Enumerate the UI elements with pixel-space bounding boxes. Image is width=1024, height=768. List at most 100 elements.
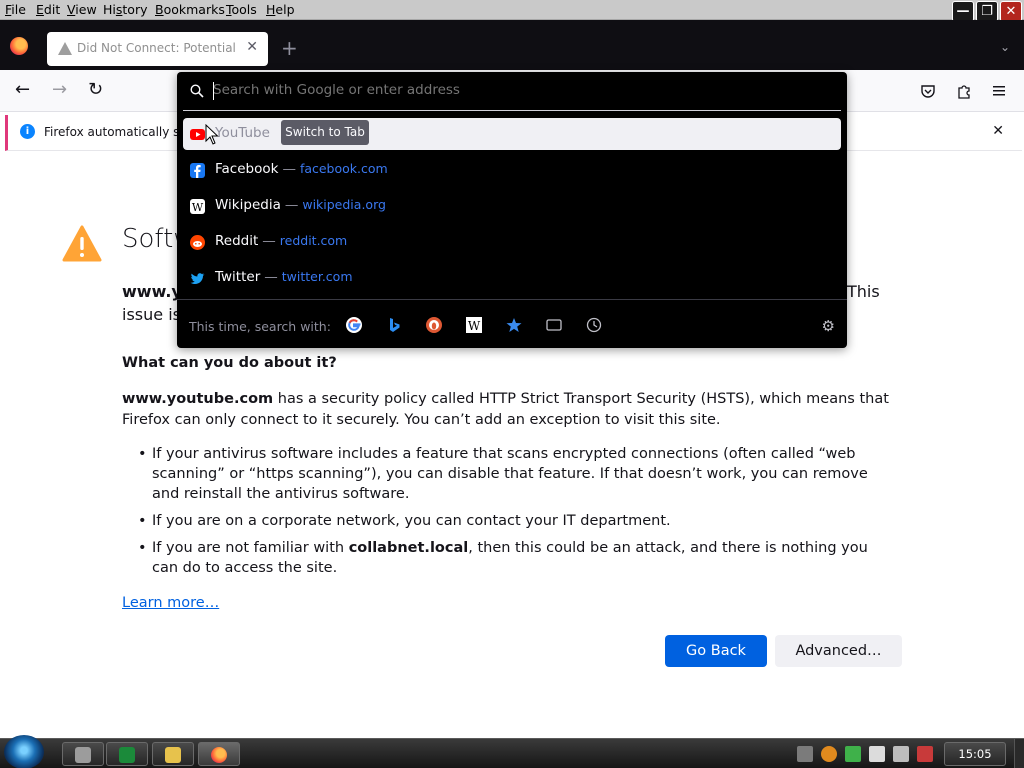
list-item: If your antivirus software includes a fe… [138, 444, 898, 504]
menu-icon[interactable] [992, 84, 1006, 98]
duckduckgo-icon[interactable] [426, 317, 442, 333]
menu-help[interactable]: Help [266, 2, 295, 17]
suggestion-wikipedia[interactable]: W Wikipedia — wikipedia.org [183, 190, 841, 222]
show-desktop-button[interactable] [1014, 739, 1024, 768]
reddit-icon [190, 235, 205, 250]
suggestion-url: facebook.com [299, 161, 388, 176]
tab-strip: Did Not Connect: Potential Se ✕ + ⌄ [0, 20, 1024, 70]
taskbar-app-firefox[interactable] [198, 742, 240, 766]
firefox-logo-icon[interactable] [10, 37, 28, 55]
pocket-icon[interactable] [920, 83, 936, 99]
start-button-icon[interactable] [4, 735, 44, 768]
bookmarks-icon[interactable] [506, 317, 522, 333]
close-window-button[interactable]: ✕ [1000, 1, 1022, 22]
suggestion-name: Twitter [215, 269, 261, 285]
advanced-button[interactable]: Advanced… [775, 635, 902, 667]
suggestion-label: Twitter — twitter.com [215, 269, 353, 285]
suggestion-youtube[interactable]: YouTube Switch to Tab [183, 118, 841, 150]
suggestion-twitter[interactable]: Twitter — twitter.com [183, 262, 841, 294]
list-item: If you are on a corporate network, you c… [138, 511, 898, 531]
taskbar-app-explorer[interactable] [152, 742, 194, 766]
separator-dash: — [282, 161, 296, 177]
minimize-button[interactable]: — [952, 1, 974, 22]
suggestion-url: reddit.com [279, 233, 348, 248]
svg-text:W: W [192, 201, 204, 214]
hsts-host: www.youtube.com [122, 391, 274, 407]
menu-edit[interactable]: Edit [36, 2, 60, 17]
taskbar-clock[interactable]: 15:05 [944, 742, 1006, 766]
separator-dash: — [284, 197, 299, 213]
hsts-explanation: www.youtube.com has a security policy ca… [122, 389, 892, 431]
separator-dash: — [262, 233, 276, 249]
bing-icon[interactable] [386, 317, 402, 333]
menu-tools[interactable]: Tools [226, 2, 257, 17]
back-button[interactable]: ← [15, 80, 30, 100]
folder-icon [165, 747, 181, 763]
list-item: If you are not familiar with collabnet.l… [138, 538, 898, 578]
suggestion-name: YouTube [215, 125, 270, 141]
google-icon[interactable] [346, 317, 362, 333]
screen: File Edit View History Bookmarks Tools H… [0, 0, 1024, 768]
tabs-icon[interactable] [546, 317, 562, 333]
twitter-icon [190, 273, 205, 284]
system-tray [797, 746, 933, 762]
tray-network-icon[interactable] [893, 746, 909, 762]
tip3-start: If you are not familiar with [152, 540, 349, 556]
reload-button[interactable]: ↻ [88, 80, 103, 100]
suggestion-label: Reddit — reddit.com [215, 233, 347, 249]
one-off-search-label: This time, search with: [189, 319, 331, 334]
switch-to-tab-badge[interactable]: Switch to Tab [281, 120, 369, 145]
tray-security-icon[interactable] [845, 746, 861, 762]
suggestion-label: Wikipedia — wikipedia.org [215, 197, 386, 213]
menu-file[interactable]: File [5, 2, 26, 17]
divider [177, 299, 847, 300]
text-caret [213, 82, 214, 100]
search-icon [190, 84, 204, 98]
suggestion-label: Facebook — facebook.com [215, 161, 388, 177]
tab-close-button[interactable]: ✕ [246, 39, 258, 55]
menu-view[interactable]: View [67, 2, 97, 17]
menu-history[interactable]: History [103, 2, 147, 17]
suggestion-url: twitter.com [281, 269, 353, 284]
what-can-you-do-heading: What can you do about it? [122, 355, 337, 371]
suggestion-name: Facebook [215, 161, 279, 177]
tray-volume-muted-icon[interactable] [917, 746, 933, 762]
separator-dash: — [264, 269, 278, 285]
restore-button[interactable]: ❐ [976, 1, 998, 22]
tray-search-icon[interactable] [821, 746, 837, 762]
suggestion-facebook[interactable]: Facebook — facebook.com [183, 154, 841, 186]
suggestion-reddit[interactable]: Reddit — reddit.com [183, 226, 841, 258]
taskbar-app-system[interactable] [62, 742, 104, 766]
urlbar-popup: YouTube Switch to Tab Facebook—facebook.… [177, 72, 847, 348]
youtube-icon [190, 129, 205, 140]
learn-more-link[interactable]: Learn more… [122, 595, 219, 611]
svg-text:W: W [468, 319, 481, 333]
forward-button[interactable]: → [52, 80, 67, 100]
tray-app-icon[interactable] [797, 746, 813, 762]
go-back-button[interactable]: Go Back [665, 635, 767, 667]
tips-list: If your antivirus software includes a fe… [138, 444, 898, 585]
divider [183, 110, 841, 111]
address-input[interactable] [213, 82, 813, 98]
taskbar-app-terminal[interactable] [106, 742, 148, 766]
suggestion-url: wikipedia.org [302, 197, 386, 212]
list-all-tabs-button[interactable]: ⌄ [1000, 40, 1010, 54]
mouse-cursor-icon [205, 124, 219, 145]
new-tab-button[interactable]: + [281, 38, 298, 58]
notification-close-button[interactable]: ✕ [992, 123, 1004, 139]
search-settings-gear-icon[interactable]: ⚙ [822, 317, 835, 335]
suggestion-name: Wikipedia [215, 197, 281, 213]
notification-message: Firefox automatically sen [44, 125, 195, 139]
menu-bookmarks[interactable]: Bookmarks [155, 2, 225, 17]
system-icon [75, 747, 91, 763]
tab-active[interactable]: Did Not Connect: Potential Se ✕ [47, 32, 268, 66]
taskbar: 15:05 [0, 735, 1024, 768]
firefox-icon [211, 747, 227, 763]
tip3-host: collabnet.local [348, 540, 469, 556]
history-icon[interactable] [586, 317, 602, 333]
extensions-icon[interactable] [956, 83, 972, 99]
warning-icon [58, 42, 72, 55]
wikipedia-icon[interactable]: W [466, 317, 482, 333]
tray-flag-icon[interactable] [869, 746, 885, 762]
desc-tail: This [847, 282, 880, 301]
